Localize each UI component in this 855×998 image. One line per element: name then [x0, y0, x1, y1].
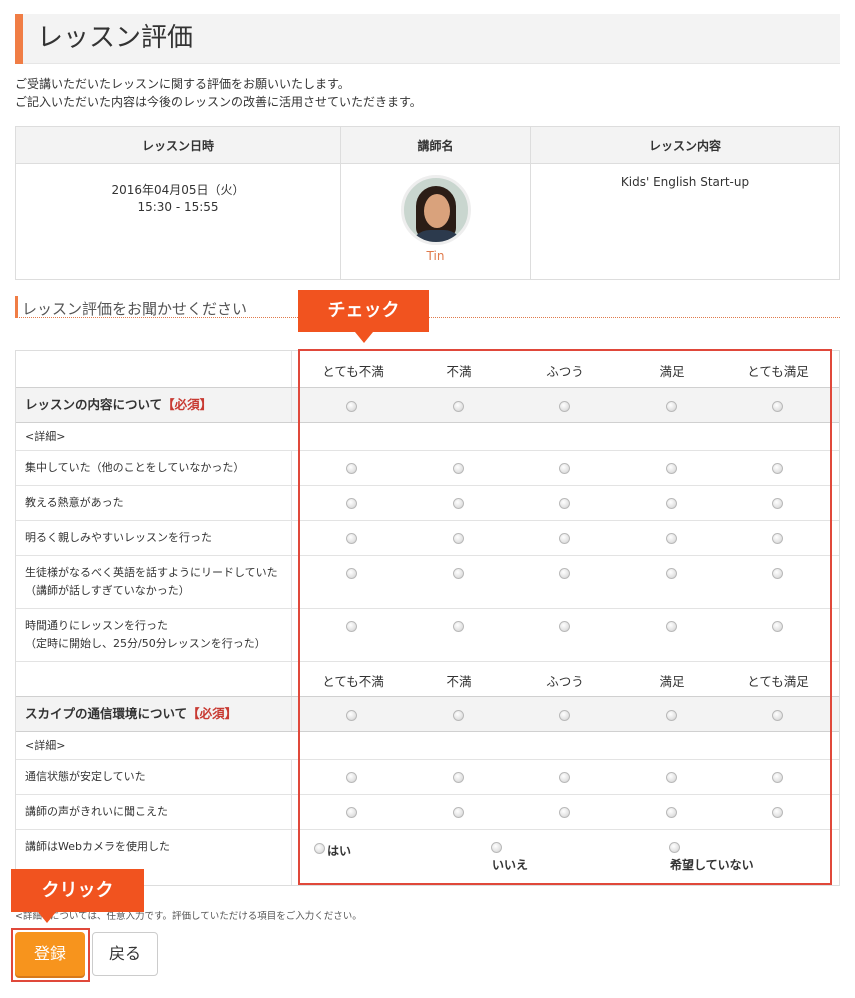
click-callout-arrow — [38, 912, 56, 923]
teacher-avatar[interactable] — [400, 175, 471, 245]
g2-item-label: 講師の声がきれいに聞こえた — [25, 805, 168, 818]
g1-item-label: 教える熱意があった — [25, 496, 124, 509]
group2-title: スカイプの通信環境について【必須】 — [25, 706, 238, 721]
lesson-content-cell: Kids' English Start-up — [530, 163, 840, 280]
required-badge: 【必須】 — [162, 397, 213, 412]
group2-detail-label: <詳細> — [25, 739, 66, 752]
intro-text-1: ご受講いただいたレッスンに関する評価をお願いいたします。 — [15, 77, 350, 91]
g2-item-label: 通信状態が安定していた — [25, 770, 146, 783]
lesson-datetime-cell: 2016年04月05日（火） 15:30 - 15:55 — [15, 163, 341, 280]
teacher-name-link[interactable]: Tin — [342, 249, 529, 263]
lesson-date: 2016年04月05日（火） — [111, 183, 245, 197]
group1-detail-label: <詳細> — [25, 430, 66, 443]
check-callout: チェック — [298, 290, 429, 332]
section-accent — [15, 296, 18, 318]
g1-item-label: 時間通りにレッスンを行った （定時に開始し、25分/50分レッスンを行った） — [25, 619, 266, 650]
required-badge: 【必須】 — [187, 706, 238, 721]
header-lesson-content: レッスン内容 — [530, 126, 840, 164]
title-accent — [15, 14, 23, 64]
group1-title: レッスンの内容について【必須】 — [25, 397, 213, 412]
page-title: レッスン評価 — [37, 23, 194, 53]
submit-button[interactable]: 登録 — [15, 932, 85, 976]
lesson-info-table: レッスン日時 講師名 レッスン内容 2016年04月05日（火） 15:30 -… — [15, 126, 840, 280]
section-title: レッスン評価をお聞かせください — [22, 300, 248, 318]
webcam-label: 講師はWebカメラを使用した — [25, 840, 170, 853]
page-title-bar: レッスン評価 — [15, 14, 840, 64]
g1-item-label: 生徒様がなるべく英語を話すようにリードしていた （講師が話しすぎていなかった） — [25, 566, 278, 597]
teacher-cell: Tin — [340, 163, 531, 280]
click-callout: クリック — [11, 869, 144, 912]
lesson-time: 15:30 - 15:55 — [137, 200, 219, 214]
check-callout-arrow — [355, 332, 373, 343]
g1-item-label: 明るく親しみやすいレッスンを行った — [25, 531, 212, 544]
g1-item-label: 集中していた（他のことをしていなかった） — [25, 461, 245, 474]
header-teacher-name: 講師名 — [340, 126, 531, 164]
intro-text-2: ご記入いただいた内容は今後のレッスンの改善に活用させていただきます。 — [15, 95, 422, 109]
lesson-content: Kids' English Start-up — [620, 175, 750, 189]
header-lesson-datetime: レッスン日時 — [15, 126, 341, 164]
rating-highlight-box — [298, 349, 832, 885]
back-button[interactable]: 戻る — [92, 932, 158, 976]
